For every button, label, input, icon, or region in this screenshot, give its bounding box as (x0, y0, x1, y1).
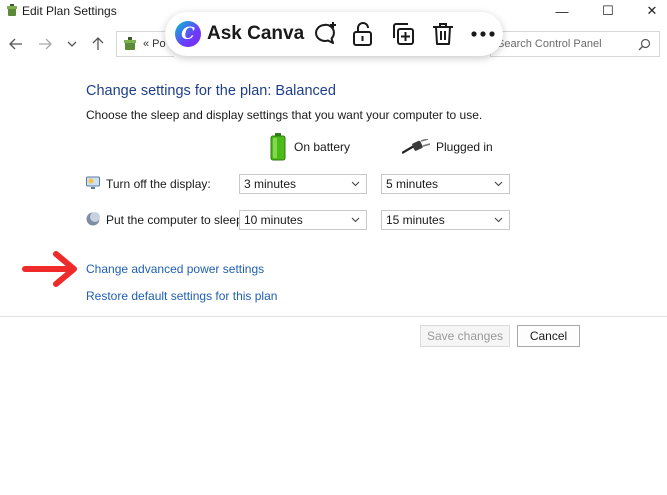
duplicate-button[interactable] (389, 20, 417, 48)
display-plugged-value: 5 minutes (386, 177, 439, 191)
close-button[interactable]: ✕ (630, 0, 667, 22)
recent-locations-button[interactable] (62, 35, 82, 53)
search-icon (638, 38, 651, 51)
chevron-down-icon (67, 41, 77, 47)
arrow-right-icon (39, 38, 52, 50)
delete-button[interactable] (429, 20, 457, 48)
back-button[interactable] (6, 35, 26, 53)
canva-logo-letter: C (181, 24, 195, 44)
more-options-button[interactable] (469, 20, 497, 48)
power-plug-icon (402, 139, 430, 154)
sleep-battery-value: 10 minutes (244, 213, 303, 227)
trash-icon (433, 23, 453, 45)
display-battery-value: 3 minutes (244, 177, 297, 191)
save-changes-button[interactable]: Save changes (420, 325, 510, 347)
maximize-button[interactable]: ☐ (586, 0, 630, 22)
canva-logo-icon[interactable]: C (175, 21, 201, 47)
sleep-label: Put the computer to sleep: (106, 213, 247, 227)
red-arrow-annotation-icon (22, 251, 77, 287)
canva-toolbar: C Ask Canva (165, 12, 503, 56)
turn-off-display-label: Turn off the display: (106, 177, 211, 191)
control-panel-icon (124, 37, 136, 50)
sleep-battery-select[interactable]: 10 minutes (239, 210, 367, 230)
breadcrumb: « Po (143, 38, 166, 50)
duplicate-icon (393, 23, 414, 45)
chevron-down-icon (351, 181, 360, 187)
display-plugged-select[interactable]: 5 minutes (381, 174, 510, 194)
chevron-down-icon (351, 217, 360, 223)
unlock-button[interactable] (349, 20, 377, 48)
display-battery-select[interactable]: 3 minutes (239, 174, 367, 194)
comment-add-icon (315, 22, 336, 44)
plugged-in-label: Plugged in (436, 140, 493, 154)
display-icon (86, 176, 100, 189)
ask-canva-button[interactable]: Ask Canva (207, 23, 304, 45)
arrow-left-icon (9, 38, 22, 50)
on-battery-column-header: On battery (268, 133, 350, 161)
plugged-in-column-header: Plugged in (402, 133, 493, 161)
minimize-button[interactable]: — (540, 0, 584, 22)
footer-divider (0, 316, 667, 317)
change-advanced-power-settings-link[interactable]: Change advanced power settings (86, 262, 264, 276)
up-button[interactable] (88, 35, 108, 53)
cancel-button[interactable]: Cancel (517, 325, 580, 347)
chevron-down-icon (494, 181, 503, 187)
sleep-plugged-select[interactable]: 15 minutes (381, 210, 510, 230)
restore-default-settings-link[interactable]: Restore default settings for this plan (86, 289, 277, 303)
add-comment-button[interactable] (311, 20, 339, 48)
battery-icon (270, 133, 286, 161)
page-title: Change settings for the plan: Balanced (86, 83, 336, 99)
sleep-moon-icon (86, 212, 100, 226)
unlock-icon (353, 22, 372, 46)
forward-button[interactable] (35, 35, 55, 53)
window-title: Edit Plan Settings (22, 4, 117, 18)
power-options-icon (7, 4, 17, 16)
page-subtitle: Choose the sleep and display settings th… (86, 108, 483, 122)
minimize-icon: — (555, 3, 569, 19)
maximize-icon: ☐ (602, 3, 614, 18)
on-battery-label: On battery (294, 140, 351, 154)
search-input[interactable]: Search Control Panel (490, 31, 660, 57)
more-icon (471, 31, 495, 37)
chevron-down-icon (494, 217, 503, 223)
search-placeholder: Search Control Panel (497, 38, 602, 50)
sleep-plugged-value: 15 minutes (386, 213, 445, 227)
close-icon: ✕ (646, 3, 658, 18)
arrow-up-icon (92, 37, 104, 50)
